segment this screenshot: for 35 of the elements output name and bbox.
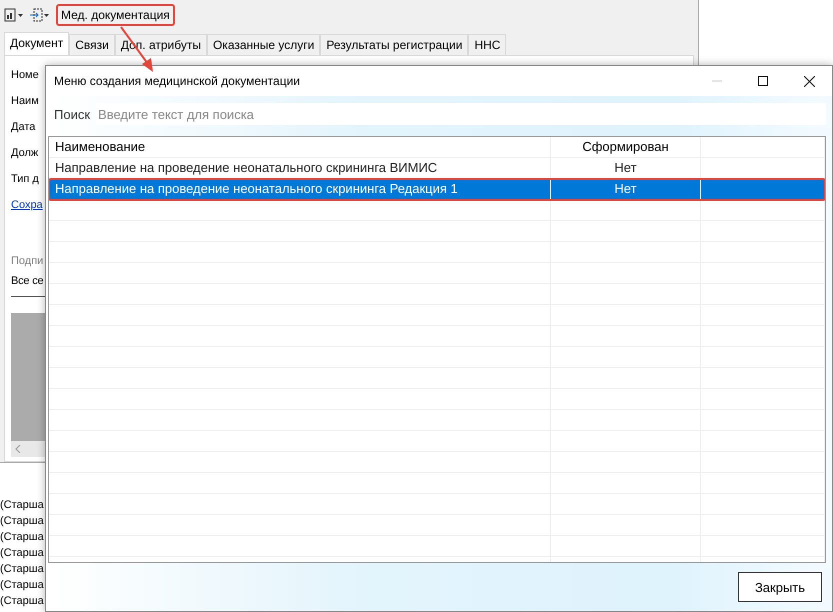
table-cell: Нет: [551, 179, 701, 199]
tab[interactable]: Оказанные услуги: [206, 34, 320, 55]
tab[interactable]: Документ: [4, 32, 70, 55]
tab[interactable]: Связи: [69, 34, 115, 55]
import-dropdown-icon[interactable]: [30, 8, 50, 22]
column-header[interactable]: Сформирован: [551, 137, 701, 157]
table-row[interactable]: Направление на проведение неонатального скрининга Редакция 1 Нет: [49, 179, 825, 200]
list-item: (Старша: [0, 498, 44, 513]
list-item: (Старша: [0, 530, 44, 545]
group-title: Подпи: [11, 254, 44, 268]
search-label: Поиск: [54, 106, 90, 122]
field-label: Наим: [11, 94, 39, 108]
list-item: (Старша: [0, 594, 44, 609]
list-item: (Старша: [0, 546, 44, 561]
window-title: Меню создания медицинской документации: [54, 74, 301, 88]
close-dialog-button[interactable]: Закрыть: [738, 572, 822, 602]
close-icon[interactable]: [804, 76, 814, 86]
search-field[interactable]: Введите текст для поиска: [96, 103, 826, 125]
field-label: Номе: [11, 68, 39, 82]
column-header[interactable]: Наименование: [49, 137, 551, 157]
tab[interactable]: ННС: [468, 34, 506, 55]
list-item: (Старша: [0, 578, 44, 593]
field-label: Долж: [11, 146, 38, 160]
save-link[interactable]: Сохра: [11, 198, 43, 212]
tab[interactable]: Результаты регистрации: [320, 34, 468, 55]
list-item: (Старша: [0, 514, 44, 529]
maximize-icon[interactable]: [758, 76, 768, 86]
list-item: (Старша: [0, 562, 44, 577]
table-cell: Направление на проведение неонатального скрининга Редакция 1: [49, 179, 551, 199]
med-documentation-menu-item[interactable]: Мед. документация: [56, 4, 175, 26]
group-label: Все се: [11, 274, 44, 288]
field-label: Дата: [11, 120, 36, 134]
table-row[interactable]: Направление на проведение неонатального скрининга ВИМИС Нет: [49, 158, 825, 179]
field-label: Тип д: [11, 172, 39, 186]
report-dropdown-icon[interactable]: [4, 8, 24, 22]
